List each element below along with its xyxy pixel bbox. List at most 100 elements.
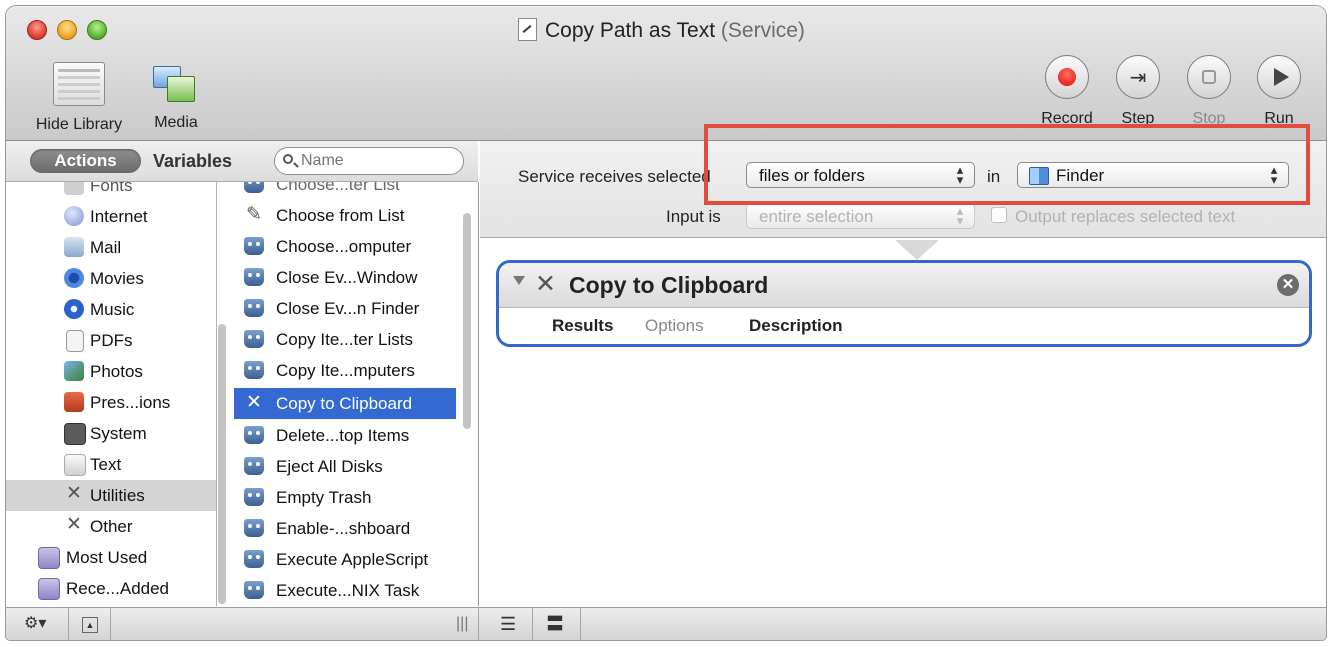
sidebar-item-photos[interactable]: Photos bbox=[6, 356, 216, 387]
sidebar-item-movies[interactable]: Movies bbox=[6, 263, 216, 294]
search-input[interactable] bbox=[301, 151, 451, 171]
automator-robot-icon bbox=[244, 182, 264, 193]
movies-icon bbox=[64, 268, 84, 288]
automator-window: Copy Path as Text (Service) Hide Library… bbox=[6, 6, 1326, 640]
utilities-icon: ✕ bbox=[66, 483, 82, 504]
window-title-text: Copy Path as Text bbox=[545, 19, 716, 42]
title-bar: Copy Path as Text (Service) Hide Library… bbox=[6, 6, 1326, 141]
text-icon bbox=[64, 454, 86, 476]
tab-options[interactable]: Options bbox=[645, 316, 704, 336]
bottom-bar: ⚙▾ ▲ ||| ☰ 〓 bbox=[6, 607, 1326, 640]
sidebar-item-mail[interactable]: Mail bbox=[6, 232, 216, 263]
connector-notch bbox=[895, 240, 939, 260]
sidebar-item-internet[interactable]: Internet bbox=[6, 201, 216, 232]
sidebar-item-other[interactable]: ✕ Other bbox=[6, 511, 216, 542]
sidebar-item-presentations[interactable]: Pres...ions bbox=[6, 387, 216, 418]
hide-library-label: Hide Library bbox=[35, 116, 123, 133]
description-toggle-icon[interactable]: ▲ bbox=[82, 617, 98, 633]
workflow-pane: Service receives selected files or folde… bbox=[480, 141, 1326, 606]
action-card-header: ✕ Copy to Clipboard ✕ bbox=[499, 263, 1309, 308]
stop-button[interactable] bbox=[1187, 55, 1231, 99]
sidebar-item-fonts[interactable]: Fonts bbox=[6, 182, 216, 201]
tab-description[interactable]: Description bbox=[749, 316, 843, 336]
search-field[interactable] bbox=[274, 147, 464, 175]
stop-icon bbox=[1202, 70, 1216, 84]
photos-icon bbox=[64, 361, 84, 381]
record-button[interactable] bbox=[1045, 55, 1089, 99]
sidebar-item-recently-added[interactable]: Rece...Added bbox=[6, 573, 216, 604]
resize-handle-icon[interactable]: ||| bbox=[456, 615, 468, 633]
list-item[interactable]: Eject All Disks bbox=[234, 451, 456, 482]
gear-icon[interactable]: ⚙▾ bbox=[24, 615, 46, 633]
automator-robot-icon bbox=[244, 426, 264, 444]
list-item[interactable]: ✎ Choose from List bbox=[234, 200, 456, 231]
disclosure-triangle-icon[interactable] bbox=[513, 276, 525, 285]
window-title: Copy Path as Text (Service) bbox=[518, 18, 805, 43]
library-icon bbox=[53, 62, 105, 106]
system-icon bbox=[64, 423, 86, 445]
list-item[interactable]: Execute AppleScript bbox=[234, 544, 456, 575]
smart-folder-icon bbox=[38, 578, 60, 600]
step-button[interactable]: ⇥ bbox=[1116, 55, 1160, 99]
media-button[interactable]: Media bbox=[144, 62, 208, 132]
sidebar-item-text[interactable]: Text bbox=[6, 449, 216, 480]
compact-view-icon[interactable]: 〓 bbox=[546, 615, 564, 633]
zoom-window-button[interactable] bbox=[87, 20, 107, 40]
tools-icon: ✕ bbox=[535, 270, 556, 298]
run-button[interactable] bbox=[1257, 55, 1301, 99]
sidebar-item-music[interactable]: Music bbox=[6, 294, 216, 325]
presentations-icon bbox=[64, 392, 84, 412]
list-item-selected[interactable]: ✕ Copy to Clipboard bbox=[234, 388, 456, 419]
run-icon bbox=[1274, 68, 1289, 86]
music-icon bbox=[64, 299, 84, 319]
record-icon bbox=[1058, 68, 1076, 86]
fonts-icon bbox=[64, 182, 84, 195]
list-item[interactable]: Copy Ite...ter Lists bbox=[234, 324, 456, 355]
sidebar-item-pdfs[interactable]: PDFs bbox=[6, 325, 216, 356]
action-card: ✕ Copy to Clipboard ✕ Results Options De… bbox=[496, 260, 1312, 347]
automator-robot-icon bbox=[244, 268, 264, 286]
sidebar-item-system[interactable]: System bbox=[6, 418, 216, 449]
search-icon bbox=[283, 154, 293, 164]
smart-folder-icon bbox=[38, 547, 60, 569]
action-list: Choose...ter List ✎ Choose from List Choo… bbox=[228, 182, 479, 606]
step-icon: ⇥ bbox=[1129, 67, 1147, 89]
tab-variables[interactable]: Variables bbox=[153, 149, 232, 173]
output-replaces-label: Output replaces selected text bbox=[1015, 207, 1236, 226]
list-item[interactable]: Choose...omputer bbox=[234, 231, 456, 262]
list-view-icon[interactable]: ☰ bbox=[500, 615, 516, 633]
list-item[interactable]: Execute...NIX Task bbox=[234, 575, 456, 606]
service-receives-label: Service receives selected bbox=[518, 167, 711, 186]
automator-robot-icon bbox=[244, 488, 264, 506]
media-icon bbox=[153, 62, 199, 104]
close-window-button[interactable] bbox=[27, 20, 47, 40]
hide-library-button[interactable]: Hide Library bbox=[24, 62, 134, 134]
input-is-popup[interactable]: entire selection ▴ ▾ bbox=[746, 203, 975, 229]
other-icon: ✕ bbox=[66, 514, 82, 535]
tab-results[interactable]: Results bbox=[552, 316, 613, 336]
media-label: Media bbox=[154, 114, 198, 131]
annotation-highlight-box bbox=[704, 124, 1310, 205]
category-list: Fonts Internet Mail Movies Music PDFs Ph… bbox=[6, 182, 217, 606]
sidebar-item-most-used[interactable]: Most Used bbox=[6, 542, 216, 573]
automator-robot-icon bbox=[244, 519, 264, 537]
automator-robot-icon bbox=[244, 361, 264, 379]
automator-robot-icon bbox=[244, 299, 264, 317]
list-item[interactable]: Close Ev...n Finder bbox=[234, 293, 456, 324]
automator-robot-icon bbox=[244, 457, 264, 475]
list-item[interactable]: Close Ev...Window bbox=[234, 262, 456, 293]
category-scrollbar[interactable] bbox=[218, 324, 226, 604]
list-item[interactable]: Enable-...shboard bbox=[234, 513, 456, 544]
list-item[interactable]: Empty Trash bbox=[234, 482, 456, 513]
action-list-scrollbar[interactable] bbox=[463, 213, 471, 429]
tab-actions[interactable]: Actions bbox=[30, 149, 141, 173]
popup-arrows-icon: ▴ ▾ bbox=[956, 203, 964, 228]
list-item[interactable]: Choose...ter List bbox=[234, 182, 456, 200]
automator-robot-icon bbox=[244, 237, 264, 255]
minimize-window-button[interactable] bbox=[57, 20, 77, 40]
sidebar-item-utilities[interactable]: ✕ Utilities bbox=[6, 480, 216, 511]
close-icon[interactable]: ✕ bbox=[1277, 274, 1299, 296]
list-item[interactable]: Delete...top Items bbox=[234, 420, 456, 451]
list-item[interactable]: Copy Ite...mputers bbox=[234, 355, 456, 386]
output-replaces-checkbox[interactable] bbox=[991, 207, 1007, 223]
